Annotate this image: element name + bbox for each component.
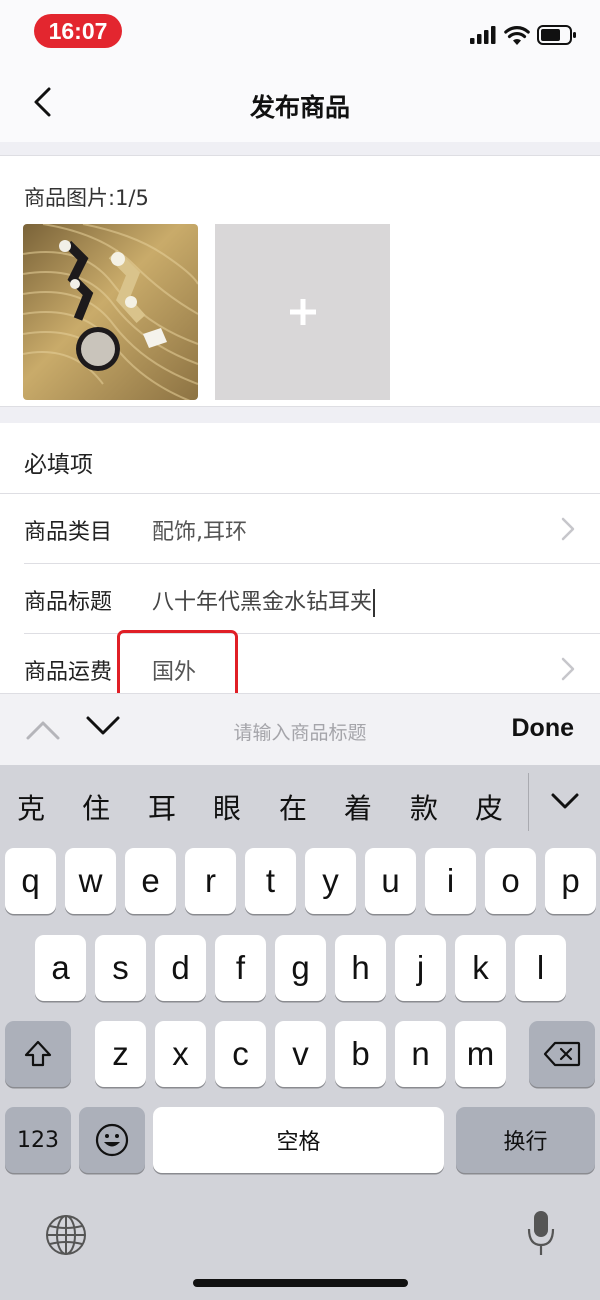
backspace-icon bbox=[543, 1041, 581, 1067]
images-section: 商品图片:1/5 bbox=[0, 156, 600, 406]
emoji-key[interactable] bbox=[79, 1107, 145, 1173]
key-a[interactable]: a bbox=[35, 935, 86, 1001]
key-l[interactable]: l bbox=[515, 935, 566, 1001]
shipping-label: 商品运费 bbox=[24, 660, 113, 685]
key-d[interactable]: d bbox=[155, 935, 206, 1001]
page-title: 发布商品 bbox=[249, 93, 350, 122]
title-input-text: 八十年代黑金水钻耳夹 bbox=[152, 590, 373, 615]
candidate-bar: 克 住 耳 眼 在 着 款 皮 bbox=[0, 765, 600, 843]
key-s[interactable]: s bbox=[95, 935, 146, 1001]
title-row[interactable]: 商品标题 八十年代黑金水钻耳夹 bbox=[0, 564, 600, 634]
microphone-icon[interactable] bbox=[526, 1209, 556, 1259]
category-row[interactable]: 商品类目 配饰,耳环 bbox=[0, 494, 600, 564]
section-spacer bbox=[0, 142, 600, 156]
candidate-divider bbox=[528, 773, 529, 831]
home-indicator bbox=[193, 1279, 408, 1287]
key-z[interactable]: z bbox=[95, 1021, 146, 1087]
candidate-word[interactable]: 住 bbox=[82, 787, 110, 827]
category-label: 商品类目 bbox=[24, 520, 113, 545]
required-fields-section: 必填项 商品类目 配饰,耳环 商品标题 八十年代黑金水钻耳夹 商品运费 国外 bbox=[0, 423, 600, 693]
key-v[interactable]: v bbox=[275, 1021, 326, 1087]
key-o[interactable]: o bbox=[485, 848, 536, 914]
keyboard: 克 住 耳 眼 在 着 款 皮 q w e r t y u i o p a s … bbox=[0, 765, 600, 1300]
section-spacer bbox=[0, 407, 600, 423]
required-section-title: 必填项 bbox=[24, 452, 93, 478]
globe-icon[interactable] bbox=[44, 1213, 88, 1257]
chevron-right-icon bbox=[561, 657, 575, 681]
candidate-word[interactable]: 皮 bbox=[475, 787, 503, 827]
key-w[interactable]: w bbox=[65, 848, 116, 914]
key-b[interactable]: b bbox=[335, 1021, 386, 1087]
numbers-key[interactable]: 123 bbox=[5, 1107, 71, 1173]
candidate-word[interactable]: 着 bbox=[344, 787, 372, 827]
add-image-button[interactable] bbox=[215, 224, 390, 400]
earring-photo bbox=[23, 224, 198, 400]
smiley-face-icon bbox=[95, 1123, 129, 1157]
shift-arrow-icon bbox=[24, 1040, 52, 1067]
candidate-word[interactable]: 耳 bbox=[148, 787, 176, 827]
nav-bar: 发布商品 bbox=[0, 62, 600, 142]
product-image-thumbnail[interactable] bbox=[23, 224, 198, 400]
key-e[interactable]: e bbox=[125, 848, 176, 914]
wifi-icon bbox=[504, 26, 530, 45]
key-p[interactable]: p bbox=[545, 848, 596, 914]
key-c[interactable]: c bbox=[215, 1021, 266, 1087]
candidate-word[interactable]: 款 bbox=[410, 787, 438, 827]
key-r[interactable]: r bbox=[185, 848, 236, 914]
chevron-right-icon bbox=[561, 517, 575, 541]
delete-key[interactable] bbox=[529, 1021, 595, 1087]
plus-icon bbox=[289, 299, 316, 325]
key-u[interactable]: u bbox=[365, 848, 416, 914]
key-q[interactable]: q bbox=[5, 848, 56, 914]
key-k[interactable]: k bbox=[455, 935, 506, 1001]
candidate-word[interactable]: 眼 bbox=[213, 787, 241, 827]
key-t[interactable]: t bbox=[245, 848, 296, 914]
keyboard-accessory-bar: 请输入商品标题 Done bbox=[0, 693, 600, 765]
category-value: 配饰,耳环 bbox=[152, 520, 247, 545]
candidate-word[interactable]: 在 bbox=[279, 787, 307, 827]
shift-key[interactable] bbox=[5, 1021, 71, 1087]
images-count-label: 商品图片:1/5 bbox=[24, 186, 149, 210]
key-j[interactable]: j bbox=[395, 935, 446, 1001]
key-f[interactable]: f bbox=[215, 935, 266, 1001]
key-i[interactable]: i bbox=[425, 848, 476, 914]
key-m[interactable]: m bbox=[455, 1021, 506, 1087]
status-bar: 16:07 bbox=[0, 0, 600, 62]
text-cursor bbox=[373, 589, 376, 617]
key-y[interactable]: y bbox=[305, 848, 356, 914]
candidate-word[interactable]: 克 bbox=[17, 787, 45, 827]
done-button[interactable]: Done bbox=[512, 714, 575, 743]
shipping-value: 国外 bbox=[152, 660, 197, 685]
key-h[interactable]: h bbox=[335, 935, 386, 1001]
return-key[interactable]: 换行 bbox=[456, 1107, 595, 1173]
battery-icon bbox=[537, 25, 576, 45]
title-input[interactable]: 八十年代黑金水钻耳夹 bbox=[152, 584, 376, 617]
cellular-signal-icon bbox=[470, 26, 496, 44]
space-key[interactable]: 空格 bbox=[153, 1107, 444, 1173]
key-x[interactable]: x bbox=[155, 1021, 206, 1087]
accessory-placeholder-text: 请输入商品标题 bbox=[233, 722, 367, 744]
status-time: 16:07 bbox=[34, 14, 122, 48]
key-g[interactable]: g bbox=[275, 935, 326, 1001]
chevron-down-icon[interactable] bbox=[550, 789, 580, 813]
key-n[interactable]: n bbox=[395, 1021, 446, 1087]
title-label: 商品标题 bbox=[24, 590, 113, 615]
